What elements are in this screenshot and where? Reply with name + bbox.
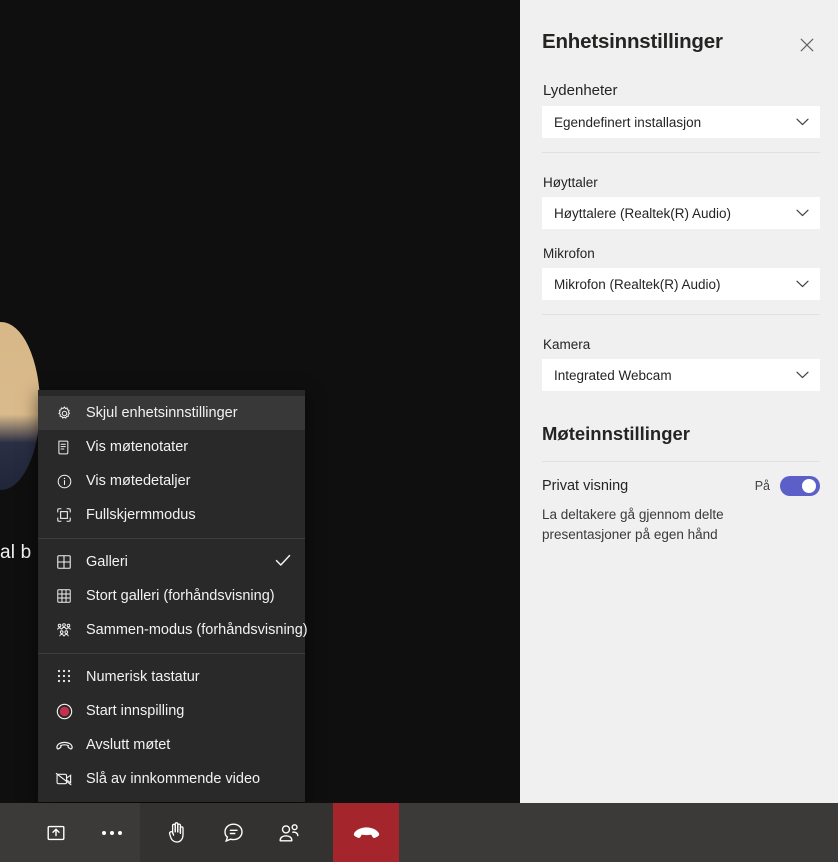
camera-value: Integrated Webcam bbox=[554, 367, 672, 383]
meeting-settings-title: Møteinnstillinger bbox=[542, 423, 690, 444]
chevron-down-icon bbox=[796, 209, 809, 217]
hand-icon bbox=[167, 821, 187, 844]
info-icon bbox=[54, 471, 74, 491]
panel-header: Enhetsinnstillinger bbox=[520, 0, 838, 58]
device-settings-panel: Enhetsinnstillinger Lydenheter Egendefin… bbox=[520, 0, 838, 803]
menu-item-label: Avslutt møtet bbox=[86, 737, 171, 753]
record-icon bbox=[54, 701, 74, 721]
context-menu-group-actions: Numerisk tastatur Start innspilling Avsl… bbox=[38, 653, 305, 802]
video-off-icon bbox=[54, 769, 74, 789]
hangup-icon bbox=[353, 824, 380, 841]
camera-label: Kamera bbox=[543, 337, 591, 352]
private-viewing-row: Privat visning På bbox=[542, 476, 820, 496]
menu-item-skjul-enhetsinnstillinger[interactable]: Skjul enhetsinnstillinger bbox=[38, 396, 305, 430]
menu-item-vis-motedetaljer[interactable]: Vis møtedetaljer bbox=[38, 464, 305, 498]
context-menu-group-view: Skjul enhetsinnstillinger Vis møtenotate… bbox=[38, 390, 305, 538]
menu-item-label: Galleri bbox=[86, 554, 128, 570]
ellipsis-icon bbox=[101, 829, 123, 837]
microphone-dropdown[interactable]: Mikrofon (Realtek(R) Audio) bbox=[542, 268, 820, 300]
private-viewing-toggle[interactable] bbox=[780, 476, 820, 496]
fullscreen-icon bbox=[54, 505, 74, 525]
hangup-button[interactable] bbox=[333, 803, 399, 862]
menu-item-label: Fullskjermmodus bbox=[86, 507, 196, 523]
large-gallery-icon bbox=[54, 586, 74, 606]
dialpad-icon bbox=[54, 667, 74, 687]
microphone-label: Mikrofon bbox=[543, 246, 595, 261]
chat-icon bbox=[222, 821, 245, 844]
participant-avatar bbox=[0, 322, 40, 490]
menu-item-start-innspilling[interactable]: Start innspilling bbox=[38, 694, 305, 728]
more-actions-context-menu[interactable]: Skjul enhetsinnstillinger Vis møtenotate… bbox=[38, 390, 308, 802]
menu-item-label: Skjul enhetsinnstillinger bbox=[86, 405, 238, 421]
close-icon[interactable] bbox=[794, 32, 820, 58]
gallery-icon bbox=[54, 552, 74, 572]
menu-item-label: Stort galleri (forhåndsvisning) bbox=[86, 588, 275, 604]
menu-item-label: Vis møtedetaljer bbox=[86, 473, 191, 489]
context-menu-group-layout: Galleri Stort galleri (forhåndsvisning) bbox=[38, 538, 308, 653]
menu-item-label: Start innspilling bbox=[86, 703, 185, 719]
menu-item-label: Numerisk tastatur bbox=[86, 669, 200, 685]
toolbar-left-group bbox=[0, 803, 140, 862]
menu-item-label: Sammen-modus (forhåndsvisning) bbox=[86, 622, 308, 638]
menu-item-avslutt-motet[interactable]: Avslutt møtet bbox=[38, 728, 305, 762]
notes-icon bbox=[54, 437, 74, 457]
page-title: Enhetsinnstillinger bbox=[542, 30, 723, 53]
hangup-icon bbox=[54, 735, 74, 755]
chevron-down-icon bbox=[796, 280, 809, 288]
participants-button[interactable] bbox=[261, 803, 317, 862]
together-mode-icon bbox=[54, 620, 74, 640]
menu-item-vis-motenotater[interactable]: Vis møtenotater bbox=[38, 430, 305, 464]
meeting-settings-section: Møteinnstillinger Privat visning På La d… bbox=[520, 423, 838, 544]
menu-item-numerisk-tastatur[interactable]: Numerisk tastatur bbox=[38, 660, 305, 694]
share-screen-icon bbox=[45, 822, 67, 844]
menu-item-label: Vis møtenotater bbox=[86, 439, 189, 455]
gear-icon bbox=[54, 403, 74, 423]
speaker-label: Høyttaler bbox=[543, 175, 598, 190]
private-viewing-label: Privat visning bbox=[542, 478, 629, 494]
meeting-toolbar bbox=[0, 803, 838, 862]
speaker-section: Høyttaler Høyttalere (Realtek(R) Audio) bbox=[520, 175, 838, 229]
camera-section: Kamera Integrated Webcam bbox=[520, 337, 838, 391]
people-icon bbox=[277, 822, 301, 844]
private-viewing-description: La deltakere gå gjennom delte presentasj… bbox=[542, 507, 724, 542]
more-actions-button[interactable] bbox=[84, 803, 140, 862]
menu-item-stort-galleri[interactable]: Stort galleri (forhåndsvisning) bbox=[38, 579, 305, 613]
checkmark-icon bbox=[265, 554, 291, 571]
chevron-down-icon bbox=[796, 371, 809, 379]
menu-item-sla-av-innkommende-video[interactable]: Slå av innkommende video bbox=[38, 762, 305, 796]
menu-item-fullskjermmodus[interactable]: Fullskjermmodus bbox=[38, 498, 305, 532]
raise-hand-button[interactable] bbox=[149, 803, 205, 862]
audio-devices-label: Lydenheter bbox=[543, 82, 618, 99]
audio-devices-section: Lydenheter Egendefinert installasjon bbox=[520, 82, 838, 138]
share-screen-button[interactable] bbox=[28, 803, 84, 862]
section-divider bbox=[542, 461, 820, 462]
chevron-down-icon bbox=[796, 118, 809, 126]
menu-item-galleri[interactable]: Galleri bbox=[38, 545, 305, 579]
menu-item-sammen-modus[interactable]: Sammen-modus (forhåndsvisning) bbox=[38, 613, 308, 647]
participant-name-label: al b bbox=[0, 542, 32, 563]
camera-dropdown[interactable]: Integrated Webcam bbox=[542, 359, 820, 391]
chat-button[interactable] bbox=[205, 803, 261, 862]
menu-item-label: Slå av innkommende video bbox=[86, 771, 261, 787]
private-viewing-state: På bbox=[754, 479, 770, 493]
toggle-knob bbox=[802, 479, 816, 493]
audio-devices-value: Egendefinert installasjon bbox=[554, 114, 702, 130]
speaker-dropdown[interactable]: Høyttalere (Realtek(R) Audio) bbox=[542, 197, 820, 229]
microphone-value: Mikrofon (Realtek(R) Audio) bbox=[554, 276, 721, 292]
toolbar-center-group bbox=[140, 803, 333, 862]
audio-devices-dropdown[interactable]: Egendefinert installasjon bbox=[542, 106, 820, 138]
speaker-value: Høyttalere (Realtek(R) Audio) bbox=[554, 205, 732, 221]
microphone-section: Mikrofon Mikrofon (Realtek(R) Audio) bbox=[520, 246, 838, 300]
